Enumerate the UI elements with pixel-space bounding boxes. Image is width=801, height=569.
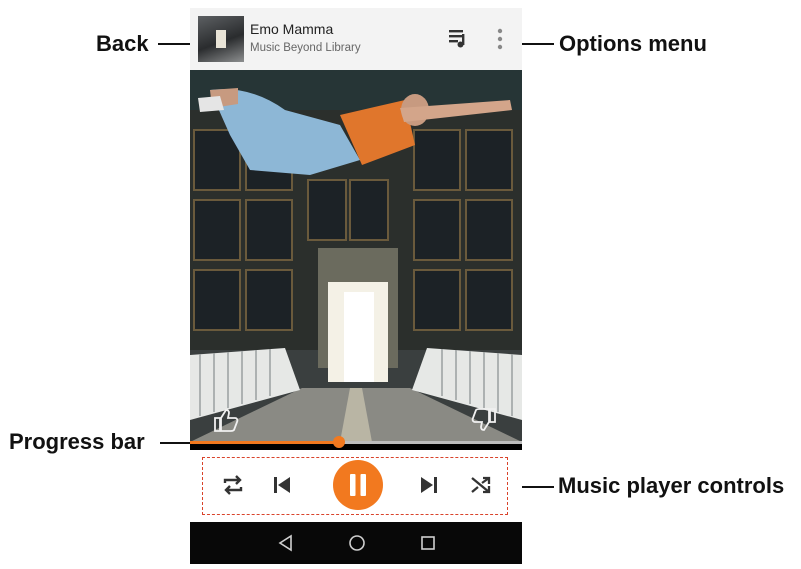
- track-title: Emo Mamma: [250, 21, 334, 37]
- track-subtitle: Music Beyond Library: [250, 42, 361, 54]
- options-menu-callout-label: Options menu: [559, 31, 707, 56]
- more-vert-icon[interactable]: [493, 28, 507, 50]
- album-art: [190, 70, 522, 442]
- album-art-back-icon[interactable]: [198, 16, 244, 62]
- queue-icon[interactable]: [448, 28, 470, 48]
- skip-next-icon[interactable]: [416, 472, 442, 498]
- thumbs-up-icon[interactable]: [212, 406, 240, 434]
- pause-icon: [350, 474, 366, 496]
- shuffle-icon[interactable]: [468, 472, 494, 498]
- album-thumbnail: [198, 16, 244, 62]
- pause-button[interactable]: [333, 460, 383, 510]
- skip-previous-icon[interactable]: [269, 472, 295, 498]
- album-art-image: [190, 70, 522, 442]
- phone-screen: Emo Mamma Music Beyond Library: [190, 8, 522, 564]
- nav-recents-icon[interactable]: [417, 532, 439, 554]
- thumbs-down-icon[interactable]: [470, 406, 498, 434]
- android-nav-bar: [190, 522, 522, 564]
- repeat-icon[interactable]: [220, 472, 246, 498]
- music-player-controls-callout-label: Music player controls: [558, 473, 785, 498]
- progress-fill: [190, 441, 340, 444]
- player-top-bar: Emo Mamma Music Beyond Library: [190, 8, 522, 70]
- music-player-controls: [190, 450, 522, 522]
- back-callout-label: Back: [96, 31, 149, 56]
- nav-home-icon[interactable]: [346, 532, 368, 554]
- progress-bar-callout-label: Progress bar: [9, 429, 145, 454]
- nav-back-icon[interactable]: [275, 532, 297, 554]
- progress-bar[interactable]: [190, 434, 522, 450]
- progress-thumb[interactable]: [333, 436, 346, 448]
